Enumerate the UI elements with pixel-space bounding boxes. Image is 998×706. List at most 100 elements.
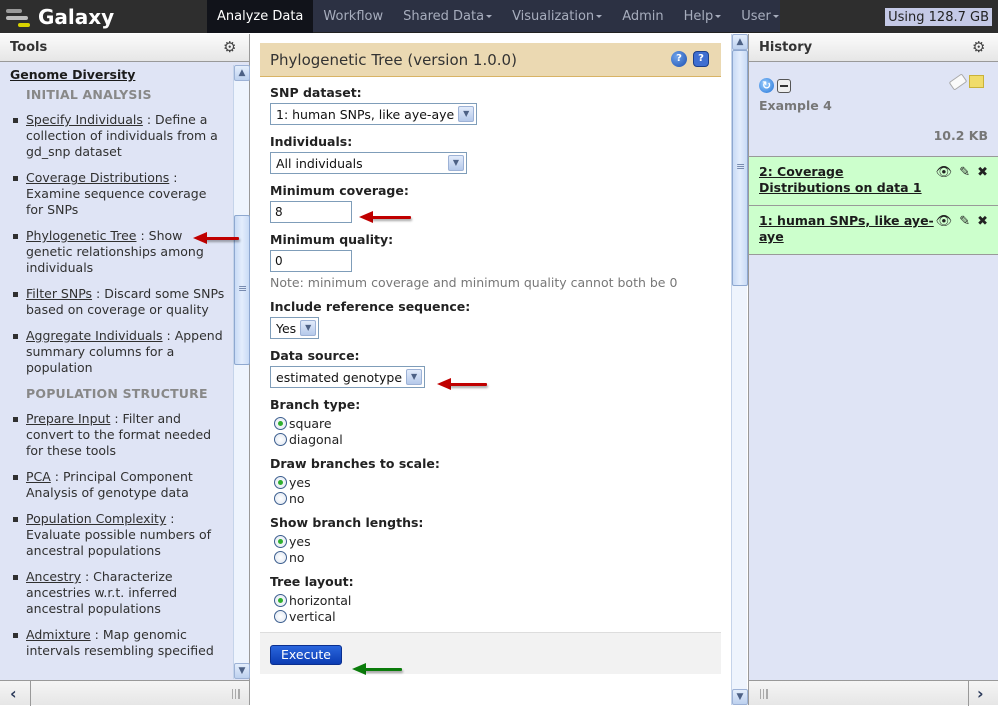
radio-label: square	[289, 415, 332, 431]
pencil-icon[interactable]: ✎	[959, 214, 970, 229]
masthead-right: Using 128.7 GB	[780, 0, 998, 33]
draw-scale-row: Draw branches to scale: yes no	[270, 456, 711, 506]
tool-link[interactable]: Population Complexity	[26, 511, 166, 526]
field-label: Data source:	[270, 348, 360, 363]
eye-icon[interactable]: 👁	[936, 214, 953, 229]
field-label: Include reference sequence:	[270, 299, 471, 314]
execute-button[interactable]: Execute	[270, 645, 342, 665]
tool-link[interactable]: Prepare Input	[26, 411, 110, 426]
radio-lengths-no[interactable]: no	[270, 549, 711, 565]
radio-square[interactable]: square	[270, 415, 711, 431]
dataset-title[interactable]: 1: human SNPs, like aye-aye	[759, 213, 934, 245]
tool-section-title[interactable]: Genome Diversity	[10, 67, 249, 82]
refresh-icon[interactable]: ↻	[759, 78, 774, 93]
scrollbar-thumb[interactable]	[732, 50, 748, 286]
quota-meter[interactable]: Using 128.7 GB	[885, 8, 992, 26]
arrow-shaft	[371, 216, 411, 219]
radio-scale-no[interactable]: no	[270, 490, 711, 506]
help-bubble-icon[interactable]: ?	[671, 51, 687, 67]
nav-analyze-data[interactable]: Analyze Data	[207, 0, 314, 33]
tool-item: Aggregate Individuals : Append summary c…	[10, 328, 225, 376]
min-quality-input[interactable]: 0	[270, 250, 352, 272]
chevron-down-icon: ▼	[300, 320, 317, 336]
annotation-arrow-red	[359, 211, 411, 223]
pencil-icon[interactable]: ✎	[959, 165, 970, 180]
nav-admin[interactable]: Admin	[612, 0, 673, 33]
scroll-down-button[interactable]: ▼	[732, 689, 748, 705]
collapse-right-icon[interactable]: ›	[977, 684, 984, 703]
show-lengths-row: Show branch lengths: yes no	[270, 515, 711, 565]
scroll-up-button[interactable]: ▲	[234, 65, 250, 81]
annotation-icon[interactable]	[969, 75, 984, 88]
include-ref-select[interactable]: Yes ▼	[270, 317, 320, 339]
radio-unchecked-icon	[274, 550, 287, 564]
delete-icon[interactable]: ✖	[977, 165, 988, 180]
snp-dataset-select[interactable]: 1: human SNPs, like aye-aye ▼	[270, 103, 478, 125]
tools-panel-title: Tools	[10, 40, 48, 55]
annotation-arrow-green	[352, 663, 402, 675]
data-source-select[interactable]: estimated genotype ▼	[270, 366, 426, 388]
radio-lengths-yes[interactable]: yes	[270, 533, 711, 549]
select-value: Yes	[276, 320, 297, 336]
radio-label: diagonal	[289, 431, 343, 447]
resize-grip-icon[interactable]	[760, 689, 768, 699]
tool-form-body: SNP dataset: 1: human SNPs, like aye-aye…	[260, 77, 721, 624]
radio-scale-yes[interactable]: yes	[270, 474, 711, 490]
radio-checked-icon	[274, 593, 287, 607]
nav-visualization[interactable]: Visualization	[502, 0, 612, 33]
center-scrollbar[interactable]: ▲ ▼	[731, 34, 748, 705]
help-icon[interactable]: ?	[693, 51, 709, 67]
tool-item: Prepare Input : Filter and convert to th…	[10, 411, 225, 459]
radio-label: horizontal	[289, 592, 352, 608]
tools-panel-header: Tools ⚙	[0, 34, 249, 62]
tools-scrollbar[interactable]: ▲ ▼	[233, 65, 250, 679]
brand[interactable]: Galaxy	[0, 0, 207, 33]
tool-link[interactable]: Aggregate Individuals	[26, 328, 163, 343]
nav-label: Help	[683, 9, 714, 24]
arrow-shaft	[205, 237, 239, 240]
radio-diagonal[interactable]: diagonal	[270, 431, 711, 447]
individuals-select[interactable]: All individuals ▼	[270, 152, 467, 174]
arrow-shaft	[364, 668, 402, 671]
tool-item: Filter SNPs : Discard some SNPs based on…	[10, 286, 225, 318]
history-name[interactable]: Example 4	[759, 98, 988, 113]
collapse-left-icon[interactable]: ‹	[10, 684, 17, 703]
nav-label: Visualization	[512, 9, 595, 24]
radio-unchecked-icon	[274, 432, 287, 446]
eye-icon[interactable]: 👁	[936, 165, 953, 180]
field-label: Branch type:	[270, 397, 361, 412]
caret-down-icon	[486, 15, 493, 18]
dataset-title[interactable]: 2: Coverage Distributions on data 1	[759, 164, 934, 196]
gear-icon[interactable]: ⚙	[223, 40, 237, 55]
gear-icon[interactable]: ⚙	[972, 40, 986, 55]
tool-label: POPULATION STRUCTURE	[26, 386, 208, 401]
scroll-up-button[interactable]: ▲	[732, 34, 748, 50]
tool-link[interactable]: Admixture	[26, 627, 91, 642]
tool-form-footer: Execute	[260, 632, 721, 674]
tool-link[interactable]: Ancestry	[26, 569, 81, 584]
min-coverage-input[interactable]: 8	[270, 201, 352, 223]
scroll-down-button[interactable]: ▼	[234, 663, 250, 679]
field-label: Show branch lengths:	[270, 515, 424, 530]
radio-vertical[interactable]: vertical	[270, 608, 711, 624]
tool-link[interactable]: PCA	[26, 469, 51, 484]
radio-horizontal[interactable]: horizontal	[270, 592, 711, 608]
dataset-actions: 👁 ✎ ✖	[936, 214, 988, 229]
tool-link[interactable]: Phylogenetic Tree	[26, 228, 136, 243]
collapse-all-icon[interactable]	[777, 78, 791, 93]
tool-link[interactable]: Filter SNPs	[26, 286, 92, 301]
branch-type-row: Branch type: square diagonal	[270, 397, 711, 447]
field-label: Individuals:	[270, 134, 353, 149]
tools-panel-footer: ‹	[0, 680, 249, 706]
annotation-arrow-red	[193, 232, 239, 244]
nav-label: Workflow	[323, 9, 384, 24]
nav-shared-data[interactable]: Shared Data	[393, 0, 502, 33]
tool-link[interactable]: Specify Individuals	[26, 112, 143, 127]
history-summary: ↻ Example 4 10.2 KB	[749, 62, 998, 157]
nav-help[interactable]: Help	[674, 0, 732, 33]
tool-link[interactable]: Coverage Distributions	[26, 170, 169, 185]
nav-workflow[interactable]: Workflow	[313, 0, 393, 33]
tag-icon[interactable]	[948, 72, 968, 91]
resize-grip-icon[interactable]	[232, 689, 240, 699]
delete-icon[interactable]: ✖	[977, 214, 988, 229]
